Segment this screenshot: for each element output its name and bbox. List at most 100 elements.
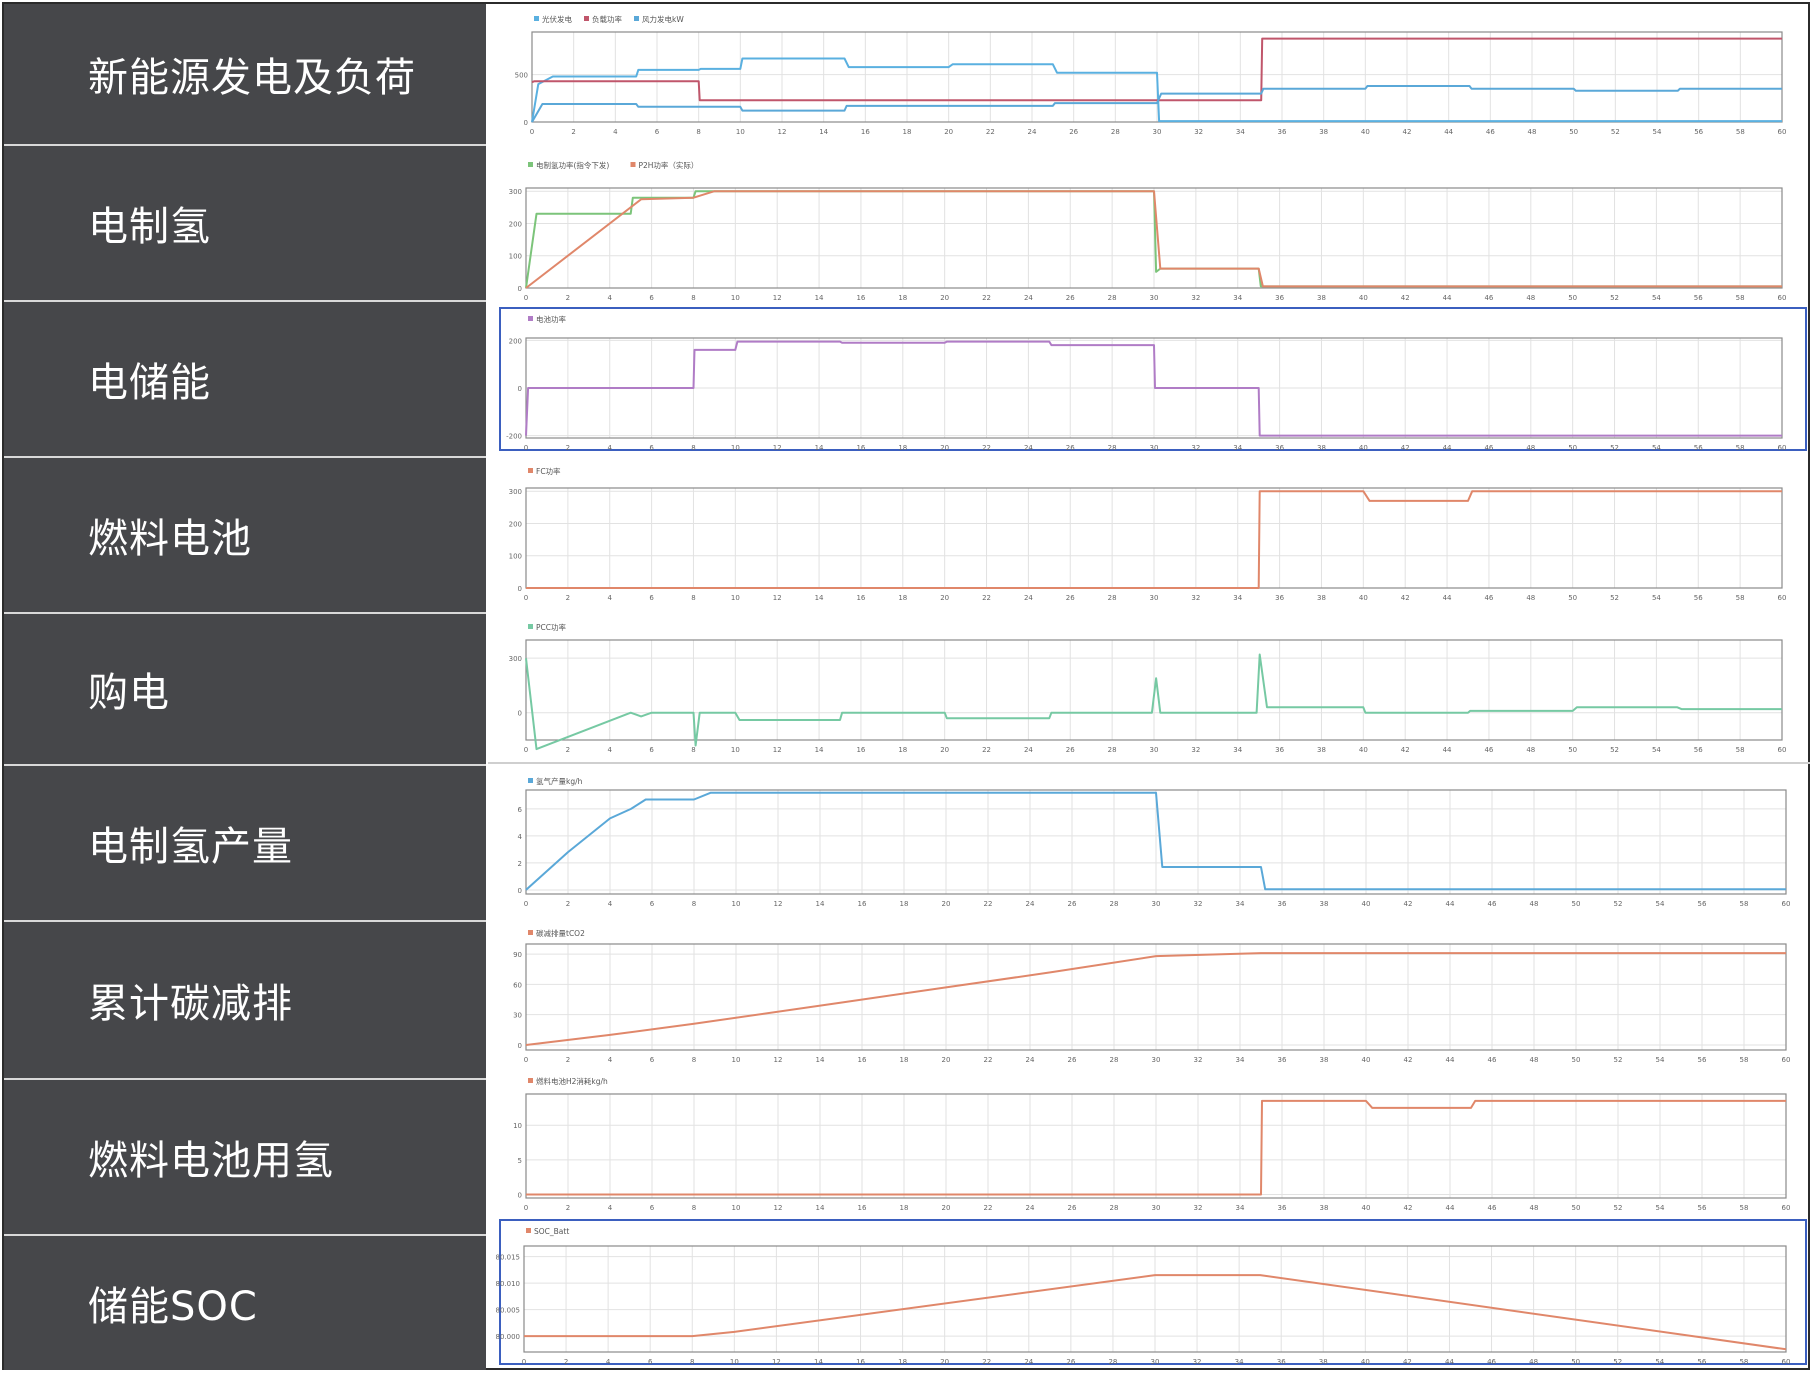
x-tick-label: 4 <box>608 1056 613 1064</box>
x-tick-label: 12 <box>772 1358 781 1366</box>
x-tick-label: 10 <box>736 128 745 136</box>
x-tick-label: 6 <box>650 1056 655 1064</box>
x-tick-label: 18 <box>898 294 907 302</box>
x-tick-label: 38 <box>1320 1204 1329 1212</box>
chart-panel-5: 0 2 4 6 8 10 12 14 16 18 20 22 24 26 28 30 32 34 36 38 40 42 4… <box>509 622 1787 754</box>
legend-label: PCC功率 <box>536 622 566 632</box>
x-tick-label: 16 <box>858 1056 867 1064</box>
x-tick-label: 10 <box>731 746 740 754</box>
x-tick-label: 4 <box>607 746 612 754</box>
x-tick-label: 40 <box>1359 294 1368 302</box>
x-tick-label: 14 <box>815 594 824 602</box>
x-tick-label: 24 <box>1024 1358 1033 1366</box>
y-tick-label: 100 <box>509 553 522 561</box>
x-tick-label: 58 <box>1739 1358 1748 1366</box>
x-tick-label: 48 <box>1526 294 1535 302</box>
x-tick-label: 10 <box>732 900 741 908</box>
x-tick-label: 40 <box>1362 1204 1371 1212</box>
legend-swatch <box>630 162 636 167</box>
y-tick-label: 0 <box>524 119 528 127</box>
x-tick-label: 26 <box>1066 746 1075 754</box>
x-tick-label: 18 <box>898 1358 907 1366</box>
x-tick-label: 10 <box>732 1204 741 1212</box>
x-tick-label: 0 <box>524 594 528 602</box>
x-tick-label: 28 <box>1108 594 1117 602</box>
x-tick-label: 52 <box>1610 594 1619 602</box>
x-tick-label: 0 <box>524 294 528 302</box>
x-tick-label: 60 <box>1782 1204 1791 1212</box>
x-tick-label: 30 <box>1153 128 1162 136</box>
legend-swatch <box>528 162 533 167</box>
chart-panel-4: 0 2 4 6 8 10 12 14 16 18 20 22 24 26 28 30 32 34 36 38 40 42 4… <box>509 466 1787 602</box>
x-tick-label: 36 <box>1277 1358 1286 1366</box>
legend-label: P2H功率（实际） <box>639 160 699 170</box>
x-tick-label: 26 <box>1069 128 1078 136</box>
y-tick-label: 0 <box>518 710 522 718</box>
chart-panel-2: 0 2 4 6 8 10 12 14 16 18 20 22 24 26 28 30 32 34 36 38 40 42 4… <box>509 160 1787 302</box>
label-carbon-reduction: 累计碳减排 <box>88 981 293 1027</box>
x-tick-label: 4 <box>613 128 618 136</box>
x-tick-label: 26 <box>1066 294 1075 302</box>
x-tick-label: 46 <box>1486 128 1495 136</box>
x-tick-label: 6 <box>649 294 654 302</box>
x-tick-label: 38 <box>1319 128 1328 136</box>
x-tick-label: 46 <box>1484 444 1493 452</box>
x-tick-label: 10 <box>731 594 740 602</box>
x-tick-label: 8 <box>692 1204 696 1212</box>
x-tick-label: 0 <box>524 900 528 908</box>
x-tick-label: 34 <box>1236 900 1245 908</box>
x-tick-label: 36 <box>1275 444 1284 452</box>
highlight-border <box>499 307 1807 451</box>
y-tick-label: 6 <box>518 806 523 814</box>
x-tick-label: 28 <box>1108 444 1117 452</box>
x-tick-label: 52 <box>1614 1204 1623 1212</box>
x-tick-label: 24 <box>1026 1204 1035 1212</box>
x-tick-label: 46 <box>1488 1204 1497 1212</box>
x-tick-label: 0 <box>524 746 528 754</box>
x-tick-label: 28 <box>1108 746 1117 754</box>
legend-label: 电制氢功率(指令下发) <box>536 160 609 170</box>
x-tick-label: 34 <box>1236 1056 1245 1064</box>
x-tick-label: 24 <box>1026 900 1035 908</box>
label-new-energy-load: 新能源发电及负荷 <box>88 55 416 101</box>
x-tick-label: 26 <box>1068 1204 1077 1212</box>
x-tick-label: 2 <box>566 444 570 452</box>
x-tick-label: 10 <box>731 444 740 452</box>
x-tick-label: 46 <box>1487 1358 1496 1366</box>
y-tick-label: 30 <box>513 1012 522 1020</box>
legend-label: FC功率 <box>536 466 561 476</box>
x-tick-label: 28 <box>1108 294 1117 302</box>
x-tick-label: 60 <box>1782 900 1791 908</box>
x-tick-label: 50 <box>1571 1358 1580 1366</box>
x-tick-label: 26 <box>1066 594 1075 602</box>
y-tick-label: 0 <box>518 385 522 393</box>
x-tick-label: 22 <box>986 128 995 136</box>
y-tick-label: 80.015 <box>496 1254 521 1262</box>
x-tick-label: 18 <box>900 1056 909 1064</box>
x-tick-label: 8 <box>691 294 695 302</box>
x-tick-label: 14 <box>815 444 824 452</box>
x-tick-label: 2 <box>566 746 570 754</box>
x-tick-label: 30 <box>1152 1204 1161 1212</box>
x-tick-label: 12 <box>773 594 782 602</box>
x-tick-label: 18 <box>900 1204 909 1212</box>
x-tick-label: 44 <box>1445 1358 1454 1366</box>
x-tick-label: 28 <box>1110 1056 1119 1064</box>
x-tick-label: 38 <box>1317 594 1326 602</box>
x-tick-label: 14 <box>815 294 824 302</box>
x-tick-label: 16 <box>856 594 865 602</box>
x-tick-label: 46 <box>1488 1056 1497 1064</box>
x-tick-label: 24 <box>1024 594 1033 602</box>
x-tick-label: 52 <box>1614 900 1623 908</box>
x-tick-label: 52 <box>1610 746 1619 754</box>
x-tick-label: 56 <box>1698 1204 1707 1212</box>
x-tick-label: 6 <box>655 128 660 136</box>
x-tick-label: 20 <box>942 1204 951 1212</box>
x-tick-label: 6 <box>649 594 654 602</box>
x-tick-label: 22 <box>982 444 991 452</box>
x-tick-label: 32 <box>1193 1358 1202 1366</box>
x-tick-label: 36 <box>1278 128 1287 136</box>
x-tick-label: 16 <box>856 444 865 452</box>
x-tick-label: 36 <box>1278 1056 1287 1064</box>
x-tick-label: 24 <box>1028 128 1037 136</box>
